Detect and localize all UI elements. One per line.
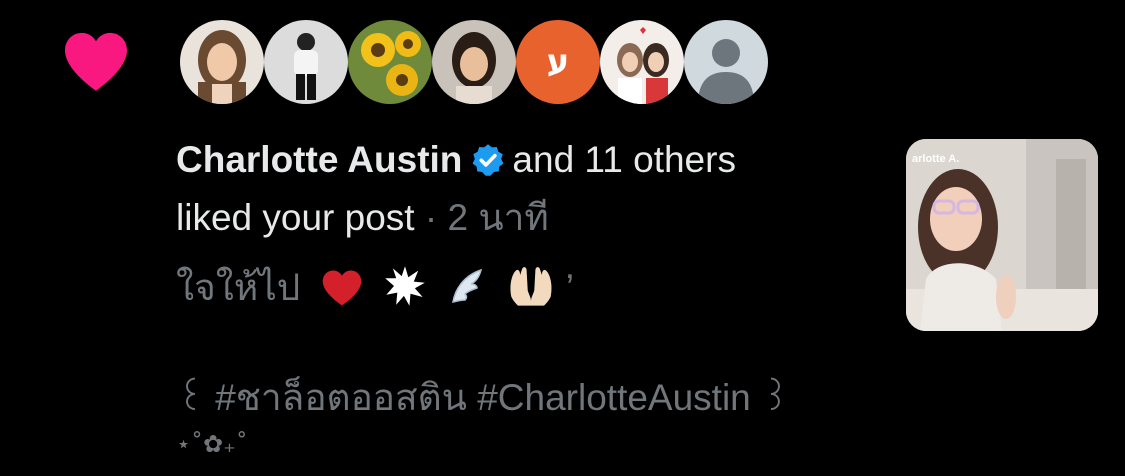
notification-action: liked your post · 2 นาที [176,196,549,240]
hashtag-thai[interactable]: #ชาล็อตออสติน [215,377,467,418]
avatar[interactable] [264,20,348,104]
avatar[interactable] [348,20,432,104]
thumbnail-label: arlotte A. [912,153,960,165]
avatar[interactable]: ע [516,20,600,104]
bracket-left: ꒰ [176,377,205,418]
verified-badge-icon [470,142,506,178]
post-decoration: ⋆˚✿₊˚ [176,430,248,458]
bracket-right: ꒱ [761,377,790,418]
anger-symbol-emoji [383,264,427,320]
red-heart-emoji [321,268,363,320]
post-tail: ’ [565,267,574,308]
post-media-thumbnail[interactable]: arlotte A. [906,139,1098,331]
post-hashtags: ꒰ #ชาล็อตออสติน #CharlotteAustin ꒱ [176,376,790,420]
avatar[interactable] [684,20,768,104]
avatar[interactable] [432,20,516,104]
notification-headline: Charlotte Austin and 11 others [176,138,736,182]
others-count: and 11 others [512,139,736,180]
actor-name[interactable]: Charlotte Austin [176,139,462,180]
action-text: liked your post [176,197,415,238]
post-text: ใจให้ไป [176,267,301,308]
timestamp: · 2 นาที [424,197,549,238]
post-preview-text: ใจให้ไป ’ [176,264,574,320]
avatar[interactable] [180,20,264,104]
hashtag-en[interactable]: #CharlotteAustin [477,377,751,418]
heart-icon [62,30,130,92]
wing-emoji [447,264,487,320]
avatar[interactable] [600,20,684,104]
palms-up-emoji [507,264,555,320]
